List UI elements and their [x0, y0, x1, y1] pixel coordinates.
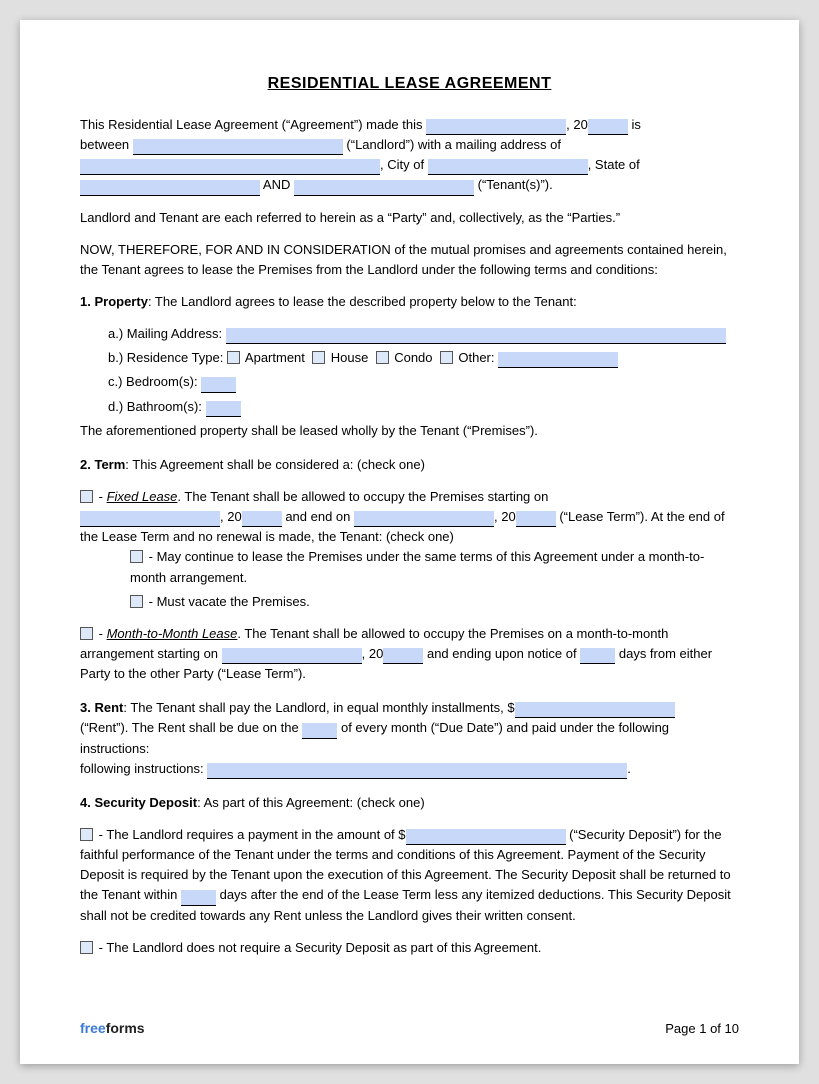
s1-item-c: c.) Bedroom(s): [108, 372, 739, 392]
s4-opt1-days: days after the end of the Lease Term les… [80, 887, 731, 922]
agreement-year-field[interactable] [588, 119, 628, 135]
section-1-property: 1. Property: The Landlord agrees to leas… [80, 292, 739, 441]
month-start-year-field[interactable] [383, 648, 423, 664]
consideration-text: NOW, THEREFORE, FOR AND IN CONSIDERATION… [80, 240, 739, 280]
s1-title: Property [94, 294, 147, 309]
due-date-field[interactable] [302, 723, 337, 739]
s4-number: 4. [80, 795, 91, 810]
fixed-lease-option: - Fixed Lease. The Tenant shall be allow… [80, 487, 739, 612]
section-3-rent: 3. Rent: The Tenant shall pay the Landlo… [80, 698, 739, 779]
s4-option2: - The Landlord does not require a Securi… [80, 938, 739, 958]
landlord-city-field[interactable] [428, 159, 588, 175]
month-lease-option: - Month-to-Month Lease. The Tenant shall… [80, 624, 739, 684]
brand-forms: forms [106, 1020, 145, 1036]
month-lease-checkbox[interactable] [80, 627, 93, 640]
bathrooms-field[interactable] [206, 401, 241, 417]
s1-closing: The aforementioned property shall be lea… [80, 421, 739, 441]
s1-text: : The Landlord agrees to lease the descr… [148, 294, 577, 309]
s1-number: 1. [80, 294, 91, 309]
s3-instructions-label: following instructions: [80, 761, 204, 776]
s2-number: 2. [80, 457, 91, 472]
deposit-amount-field[interactable] [406, 829, 566, 845]
condo-checkbox[interactable] [376, 351, 389, 364]
brand-free: free [80, 1020, 106, 1036]
s4-title: Security Deposit [94, 795, 197, 810]
party-line: Landlord and Tenant are each referred to… [80, 208, 739, 228]
s3-number: 3. [80, 700, 91, 715]
s2-title: Term [94, 457, 125, 472]
s3-text: : The Tenant shall pay the Landlord, in … [123, 700, 514, 715]
s2-text: : This Agreement shall be considered a: … [125, 457, 425, 472]
page-number: Page 1 of 10 [665, 1021, 739, 1036]
notice-days-field[interactable] [580, 648, 615, 664]
agreement-date-field[interactable] [426, 119, 566, 135]
s1-header: 1. Property: The Landlord agrees to leas… [80, 292, 739, 312]
bedrooms-field[interactable] [201, 377, 236, 393]
fixed-sub2: - Must vacate the Premises. [130, 592, 739, 612]
no-deposit-checkbox[interactable] [80, 941, 93, 954]
fixed-start-year-field[interactable] [242, 511, 282, 527]
apartment-checkbox[interactable] [227, 351, 240, 364]
s2-header: 2. Term: This Agreement shall be conside… [80, 455, 739, 475]
s1-item-d: d.) Bathroom(s): [108, 397, 739, 417]
house-checkbox[interactable] [312, 351, 325, 364]
other-checkbox[interactable] [440, 351, 453, 364]
s4-opt1-prefix: - The Landlord requires a payment in the… [99, 827, 406, 842]
tenant-name-field[interactable] [294, 180, 474, 196]
brand-logo: freeforms [80, 1020, 145, 1036]
document-page: RESIDENTIAL LEASE AGREEMENT This Residen… [20, 20, 799, 1064]
fixed-lease-checkbox[interactable] [80, 490, 93, 503]
section-4-deposit: 4. Security Deposit: As part of this Agr… [80, 793, 739, 958]
s4-opt2-text: - The Landlord does not require a Securi… [99, 940, 542, 955]
landlord-state-field[interactable] [80, 180, 260, 196]
continue-lease-checkbox[interactable] [130, 550, 143, 563]
intro-paragraph: This Residential Lease Agreement (“Agree… [80, 115, 739, 196]
rent-amount-field[interactable] [515, 702, 675, 718]
s1-item-b: b.) Residence Type: Apartment House Cond… [108, 348, 739, 368]
fixed-end-date-field[interactable] [354, 511, 494, 527]
s4-text: : As part of this Agreement: (check one) [197, 795, 425, 810]
document-title: RESIDENTIAL LEASE AGREEMENT [80, 75, 739, 93]
section-2-term: 2. Term: This Agreement shall be conside… [80, 455, 739, 684]
landlord-address-field[interactable] [80, 159, 380, 175]
month-lease-label: Month-to-Month Lease [107, 626, 238, 641]
s3-title: Rent [94, 700, 123, 715]
month-start-date-field[interactable] [222, 648, 362, 664]
deposit-return-days-field[interactable] [181, 890, 216, 906]
fixed-lease-label: Fixed Lease [107, 489, 178, 504]
fixed-sub1: - May continue to lease the Premises und… [130, 547, 739, 587]
deposit-required-checkbox[interactable] [80, 828, 93, 841]
s4-header: 4. Security Deposit: As part of this Agr… [80, 793, 739, 813]
intro-line1: This Residential Lease Agreement (“Agree… [80, 117, 423, 132]
landlord-name-field[interactable] [133, 139, 343, 155]
mailing-address-field[interactable] [226, 328, 726, 344]
document-footer: freeforms Page 1 of 10 [80, 1020, 739, 1036]
fixed-lease-text: . The Tenant shall be allowed to occupy … [177, 489, 548, 504]
fixed-start-date-field[interactable] [80, 511, 220, 527]
other-type-field[interactable] [498, 352, 618, 368]
s4-option1: - The Landlord requires a payment in the… [80, 825, 739, 926]
payment-instructions-field[interactable] [207, 763, 627, 779]
vacate-checkbox[interactable] [130, 595, 143, 608]
fixed-end-year-field[interactable] [516, 511, 556, 527]
s1-item-a: a.) Mailing Address: [108, 324, 739, 344]
s3-content: 3. Rent: The Tenant shall pay the Landlo… [80, 698, 739, 779]
s3-rent-suffix: (“Rent”). The Rent shall be due on the [80, 720, 299, 735]
